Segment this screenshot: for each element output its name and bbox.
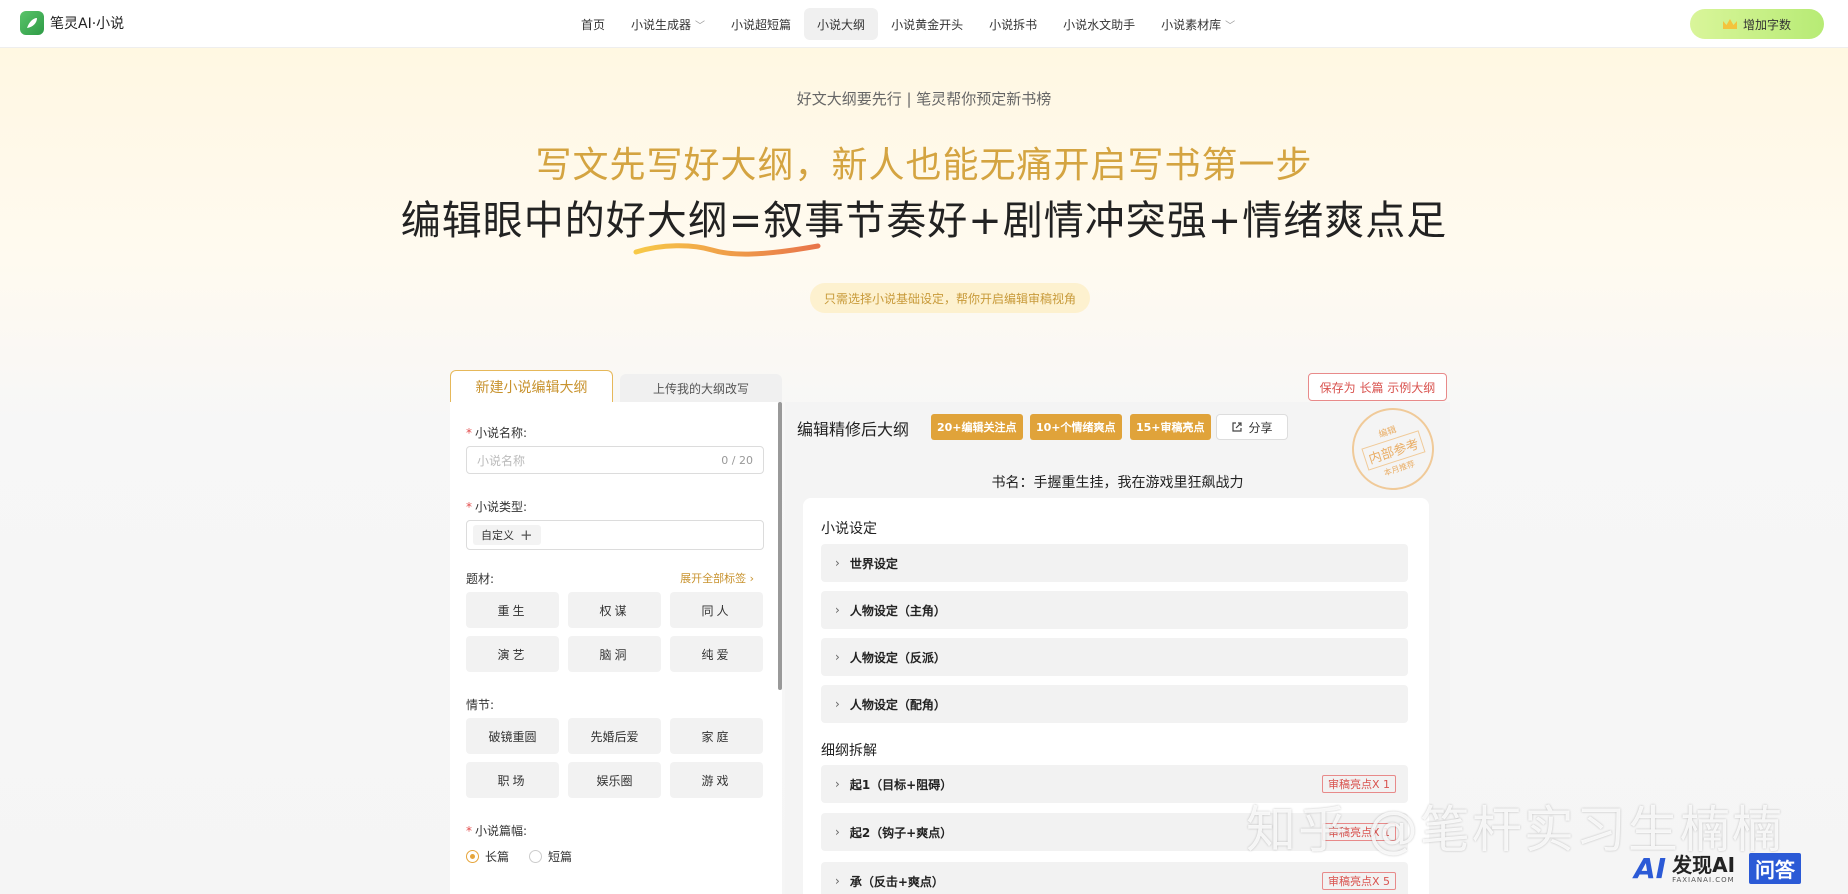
nav-label: 首页 bbox=[581, 17, 606, 32]
chevron-right-icon: › bbox=[835, 777, 840, 791]
share-label: 分享 bbox=[1248, 420, 1273, 435]
faxianai-url: FAXIANAI.COM bbox=[1672, 875, 1735, 884]
setting-row-protagonist[interactable]: › 人物设定（主角） bbox=[821, 591, 1408, 629]
char-counter: 0 / 20 bbox=[721, 453, 753, 467]
save-sample-button[interactable]: 保存为 长篇 示例大纲 bbox=[1308, 373, 1447, 401]
review-highlight-badge: 审稿亮点X 5 bbox=[1321, 872, 1396, 890]
chevron-down-icon: ﹀ bbox=[695, 20, 706, 32]
type-chip-custom[interactable]: 自定义 + bbox=[473, 525, 541, 545]
hero-hint-pill: 只需选择小说基础设定，帮你开启编辑审稿视角 bbox=[810, 283, 1090, 313]
nav-label: 小说生成器 bbox=[631, 17, 692, 32]
nav-label: 小说黄金开头 bbox=[891, 17, 964, 32]
nav-novel-generator[interactable]: 小说生成器 ﹀ bbox=[618, 8, 718, 40]
plot-tag[interactable]: 先婚后爱 bbox=[568, 718, 661, 754]
chevron-right-icon: › bbox=[835, 874, 840, 888]
squiggle-underline-decoration bbox=[633, 243, 821, 257]
faxianai-qa: 问答 bbox=[1749, 853, 1802, 884]
setting-section-title: 小说设定 bbox=[821, 521, 877, 537]
nav-label: 小说大纲 bbox=[817, 17, 866, 32]
faxianai-logo-icon: AI bbox=[1634, 852, 1667, 885]
theme-tag[interactable]: 脑洞 bbox=[568, 636, 661, 672]
setting-row-world[interactable]: › 世界设定 bbox=[821, 544, 1408, 582]
nav-home[interactable]: 首页 bbox=[568, 8, 618, 40]
add-words-button[interactable]: 增加字数 bbox=[1690, 9, 1824, 39]
book-name: 书名：手握重生挂，我在游戏里狂飙战力 bbox=[991, 475, 1244, 491]
theme-tag[interactable]: 同人 bbox=[670, 592, 763, 628]
nav-label: 小说水文助手 bbox=[1063, 17, 1136, 32]
form-scrollbar[interactable] bbox=[778, 402, 782, 690]
theme-tag[interactable]: 纯爱 bbox=[670, 636, 763, 672]
plot-tag[interactable]: 家庭 bbox=[670, 718, 763, 754]
share-button[interactable]: 分享 bbox=[1216, 414, 1288, 440]
hero-headline: 编辑眼中的好大纲=叙事节奏好+剧情冲突强+情绪爽点足 bbox=[400, 198, 1448, 244]
plus-icon[interactable]: + bbox=[520, 526, 533, 544]
theme-tag[interactable]: 演艺 bbox=[466, 636, 559, 672]
chevron-right-icon: › bbox=[835, 825, 840, 839]
top-nav-bar: 笔灵AI·小说 首页 小说生成器 ﹀ 小说超短篇 小说大纲 小说黄金开头 小说拆书… bbox=[0, 0, 1848, 48]
nav-label: 小说素材库 bbox=[1161, 17, 1222, 32]
plot-tag[interactable]: 娱乐圈 bbox=[568, 762, 661, 798]
plot-tag[interactable]: 破镜重圆 bbox=[466, 718, 559, 754]
type-chip-label: 自定义 bbox=[481, 529, 514, 542]
setting-row-villain[interactable]: › 人物设定（反派） bbox=[821, 638, 1408, 676]
length-radio-group: 长篇 短篇 bbox=[466, 848, 572, 865]
share-icon bbox=[1232, 422, 1243, 432]
highlight-badge: 10+个情绪爽点 bbox=[1030, 414, 1122, 440]
plot-label: 情节: bbox=[466, 698, 495, 712]
highlight-badge: 20+编辑关注点 bbox=[931, 414, 1023, 440]
setting-row-supporting[interactable]: › 人物设定（配角） bbox=[821, 685, 1408, 723]
plot-tag[interactable]: 职场 bbox=[466, 762, 559, 798]
nav-filler-assistant[interactable]: 小说水文助手 bbox=[1050, 8, 1148, 40]
logo[interactable]: 笔灵AI·小说 bbox=[20, 11, 124, 35]
nav-label: 小说超短篇 bbox=[731, 17, 792, 32]
radio-long-label[interactable]: 长篇 bbox=[485, 848, 509, 865]
theme-label: 题材: bbox=[466, 572, 495, 586]
nav-short-story[interactable]: 小说超短篇 bbox=[718, 8, 804, 40]
outline-row[interactable]: › 承（反击+爽点） 审稿亮点X 5 bbox=[821, 862, 1408, 894]
novel-name-placeholder: 小说名称 bbox=[477, 453, 526, 468]
radio-short-label[interactable]: 短篇 bbox=[548, 848, 572, 865]
feather-logo-icon bbox=[20, 11, 44, 35]
chevron-right-icon: › bbox=[835, 650, 840, 664]
crown-icon bbox=[1722, 19, 1737, 29]
faxianai-watermark: AI 发现AI FAXIANAI.COM 问答 bbox=[1634, 852, 1802, 885]
length-label: * 小说篇幅: bbox=[466, 824, 528, 838]
main-nav: 首页 小说生成器 ﹀ 小说超短篇 小说大纲 小说黄金开头 小说拆书 小说水文助手 … bbox=[568, 8, 1248, 40]
chevron-right-icon: › bbox=[835, 603, 840, 617]
novel-type-selector[interactable]: 自定义 + bbox=[466, 520, 764, 550]
novel-name-label: * 小说名称: bbox=[466, 426, 528, 440]
radio-short[interactable] bbox=[529, 850, 543, 863]
nav-book-breakdown[interactable]: 小说拆书 bbox=[976, 8, 1050, 40]
novel-name-input[interactable]: 小说名称 0 / 20 bbox=[466, 446, 764, 474]
nav-golden-opening[interactable]: 小说黄金开头 bbox=[878, 8, 976, 40]
theme-tag[interactable]: 重生 bbox=[466, 592, 559, 628]
outline-form-panel: * 小说名称: 小说名称 0 / 20 * 小说类型: 自定义 + 题材: 展开全部… bbox=[450, 402, 782, 894]
nav-material-library[interactable]: 小说素材库 ﹀ bbox=[1148, 8, 1248, 40]
chevron-down-icon: ﹀ bbox=[1225, 20, 1236, 32]
tab-upload-outline[interactable]: 上传我的大纲改写 bbox=[620, 374, 782, 402]
outline-section-title: 细纲拆解 bbox=[821, 743, 877, 759]
expand-all-tags-link[interactable]: 展开全部标签 › bbox=[680, 570, 754, 586]
logo-text: 笔灵AI·小说 bbox=[50, 16, 125, 32]
chevron-right-icon: › bbox=[835, 556, 840, 570]
theme-tag[interactable]: 权谋 bbox=[568, 592, 661, 628]
highlight-badge: 15+审稿亮点 bbox=[1130, 414, 1211, 440]
faxianai-name: 发现AI bbox=[1672, 852, 1736, 877]
nav-label: 小说拆书 bbox=[989, 17, 1038, 32]
hero-headline-gold: 写文先写好大纲，新人也能无痛开启写书第一步 bbox=[535, 145, 1313, 186]
radio-long[interactable] bbox=[466, 850, 479, 863]
hero-subtitle: 好文大纲要先行 | 笔灵帮你预定新书榜 bbox=[796, 90, 1052, 108]
novel-type-label: * 小说类型: bbox=[466, 500, 528, 514]
add-words-label: 增加字数 bbox=[1742, 17, 1791, 32]
tab-new-outline[interactable]: 新建小说编辑大纲 bbox=[450, 370, 613, 402]
plot-tag[interactable]: 游戏 bbox=[670, 762, 763, 798]
nav-novel-outline[interactable]: 小说大纲 bbox=[804, 8, 879, 40]
preview-title: 编辑精修后大纲 bbox=[797, 420, 910, 439]
chevron-right-icon: › bbox=[835, 697, 840, 711]
